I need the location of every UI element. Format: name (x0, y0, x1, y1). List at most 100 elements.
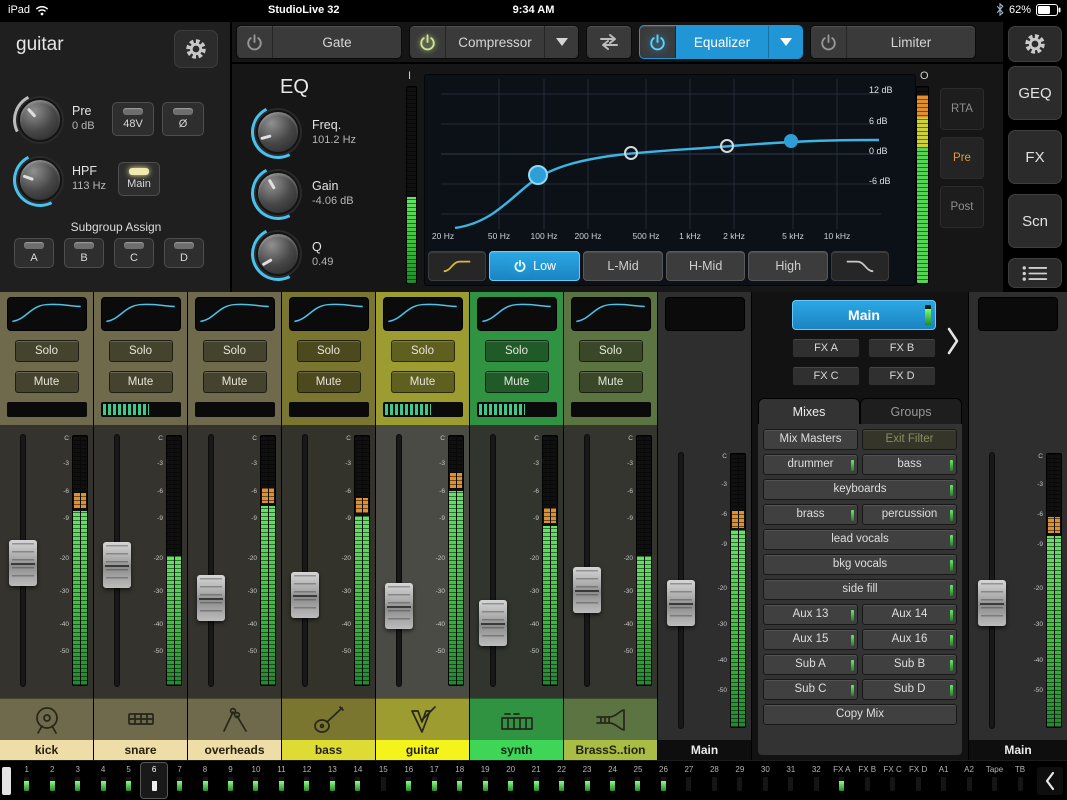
bottom-channel-item[interactable]: Tape (982, 763, 1007, 798)
band-tab-low[interactable]: Low (489, 251, 580, 281)
eq-parameter-knob[interactable] (256, 110, 300, 154)
bottom-channel-item[interactable]: 15 (371, 763, 396, 798)
channel-strip[interactable]: Solo Mute C-3 -6-9 -20-30 -40-50 (0, 292, 94, 760)
mix-select-button[interactable]: drummer (763, 454, 858, 475)
bottom-channel-item[interactable]: 16 (396, 763, 421, 798)
subgroup-assign-button[interactable]: A (14, 238, 54, 268)
mix-select-button[interactable]: Mix Masters (763, 429, 858, 450)
channel-name-label[interactable]: synth (470, 740, 563, 760)
hpf-knob[interactable] (18, 158, 62, 202)
solo-button[interactable]: Solo (579, 340, 643, 362)
main-assign-button[interactable]: Main (118, 162, 160, 196)
channel-name-label[interactable]: snare (94, 740, 187, 760)
bottom-channel-item[interactable]: 14 (345, 763, 370, 798)
main-fader-strip-right[interactable]: C-3 -6-9 -20-30 -40-50 Main (968, 292, 1067, 760)
channel-name-label[interactable]: kick (0, 740, 93, 760)
bottom-channel-item[interactable]: 26 (651, 763, 676, 798)
bottom-channel-item[interactable]: 23 (574, 763, 599, 798)
low-shelf-toggle-button[interactable] (428, 251, 486, 281)
fx-b-button[interactable]: FX B (868, 338, 936, 358)
fader-handle[interactable] (197, 575, 225, 621)
bottom-channel-item[interactable]: 5 (116, 763, 141, 798)
bottom-channel-item[interactable]: 20 (498, 763, 523, 798)
fader-handle[interactable] (9, 540, 37, 586)
bottom-channel-item[interactable]: 8 (192, 763, 217, 798)
settings-button[interactable] (1008, 26, 1062, 62)
polarity-button[interactable]: Ø (162, 102, 204, 136)
fader-handle[interactable] (291, 572, 319, 618)
bottom-channel-item[interactable]: 25 (625, 763, 650, 798)
bottom-channel-item[interactable]: 3 (65, 763, 90, 798)
eq-parameter-knob[interactable] (256, 171, 300, 215)
fx-button[interactable]: FX (1008, 130, 1062, 184)
eq-parameter-knob[interactable] (256, 232, 300, 276)
bottom-channel-item[interactable]: 2 (39, 763, 64, 798)
solo-button[interactable]: Solo (391, 340, 455, 362)
channel-strip[interactable]: Solo Mute C-3 -6-9 -20-30 -40-50 (470, 292, 564, 760)
mute-button[interactable]: Mute (297, 371, 361, 393)
mix-select-button[interactable]: bkg vocals (763, 554, 957, 575)
main-mix-button[interactable]: Main (792, 300, 936, 330)
band-tab-high[interactable]: High (748, 251, 828, 281)
geq-button[interactable]: GEQ (1008, 66, 1062, 120)
bottom-channel-item[interactable]: FX D (905, 763, 930, 798)
bottom-channel-item[interactable]: 7 (167, 763, 192, 798)
solo-button[interactable]: Solo (297, 340, 361, 362)
mix-select-button[interactable]: brass (763, 504, 858, 525)
limiter-tab[interactable]: Limiter (847, 26, 975, 58)
ab-compare-button[interactable] (586, 25, 632, 59)
main-display[interactable] (978, 297, 1058, 331)
bottom-channel-item[interactable]: 18 (447, 763, 472, 798)
bottom-channel-item[interactable]: 17 (422, 763, 447, 798)
bottom-channel-item[interactable]: 13 (320, 763, 345, 798)
gate-tab[interactable]: Gate (273, 26, 401, 58)
channel-strip[interactable]: Solo Mute C-3 -6-9 -20-30 -40-50 (282, 292, 376, 760)
band-tab-hmid[interactable]: H-Mid (666, 251, 746, 281)
bottom-channel-item[interactable]: 9 (218, 763, 243, 798)
bottom-channel-item[interactable]: FX C (880, 763, 905, 798)
channel-strip[interactable]: Solo Mute C-3 -6-9 -20-30 -40-50 (564, 292, 658, 760)
fader-handle[interactable] (385, 583, 413, 629)
bottom-channel-item[interactable]: 30 (753, 763, 778, 798)
mix-select-button[interactable]: Aux 14 (862, 604, 957, 625)
fader-handle[interactable] (479, 600, 507, 646)
mix-select-button[interactable]: Exit Filter (862, 429, 957, 450)
bottom-channel-item[interactable]: 4 (90, 763, 115, 798)
channel-settings-button[interactable] (174, 30, 218, 68)
fader-handle[interactable] (667, 580, 695, 626)
scene-button[interactable]: Scn (1008, 194, 1062, 248)
bottom-channel-item[interactable]: 24 (600, 763, 625, 798)
next-mix-button[interactable] (946, 326, 960, 361)
mix-select-button[interactable]: lead vocals (763, 529, 957, 550)
bottom-channel-item[interactable]: 21 (523, 763, 548, 798)
mix-select-button[interactable]: Sub C (763, 679, 858, 700)
bottom-channel-item[interactable]: FX A (829, 763, 854, 798)
meter-mode-tab[interactable]: Pre (940, 137, 984, 179)
main-display[interactable] (665, 297, 745, 331)
channel-eq-thumbnail[interactable] (477, 297, 557, 331)
mute-button[interactable]: Mute (203, 371, 267, 393)
meter-mode-tab[interactable]: RTA (940, 88, 984, 130)
mix-select-button[interactable]: Copy Mix (763, 704, 957, 725)
bottom-channel-item[interactable]: 11 (269, 763, 294, 798)
tab-mixes[interactable]: Mixes (758, 398, 860, 424)
bottom-channel-item[interactable]: 28 (702, 763, 727, 798)
mix-select-button[interactable]: Sub D (862, 679, 957, 700)
solo-button[interactable]: Solo (485, 340, 549, 362)
fader-handle[interactable] (103, 542, 131, 588)
mute-button[interactable]: Mute (579, 371, 643, 393)
mix-select-button[interactable]: Aux 13 (763, 604, 858, 625)
eq-curve-graph[interactable] (441, 79, 881, 229)
mute-button[interactable]: Mute (109, 371, 173, 393)
main-fader-strip[interactable]: C-3 -6-9 -20-30 -40-50 Main (658, 292, 752, 760)
subgroup-assign-button[interactable]: C (114, 238, 154, 268)
bottom-channel-item[interactable]: 29 (727, 763, 752, 798)
mix-select-button[interactable]: Aux 16 (862, 629, 957, 650)
bottom-channel-item[interactable]: FX B (854, 763, 879, 798)
gate-power-button[interactable] (237, 26, 273, 58)
phantom-power-button[interactable]: 48V (112, 102, 154, 136)
channel-name-label[interactable]: bass (282, 740, 375, 760)
mix-select-button[interactable]: Sub B (862, 654, 957, 675)
channel-eq-thumbnail[interactable] (571, 297, 651, 331)
fx-d-button[interactable]: FX D (868, 366, 936, 386)
